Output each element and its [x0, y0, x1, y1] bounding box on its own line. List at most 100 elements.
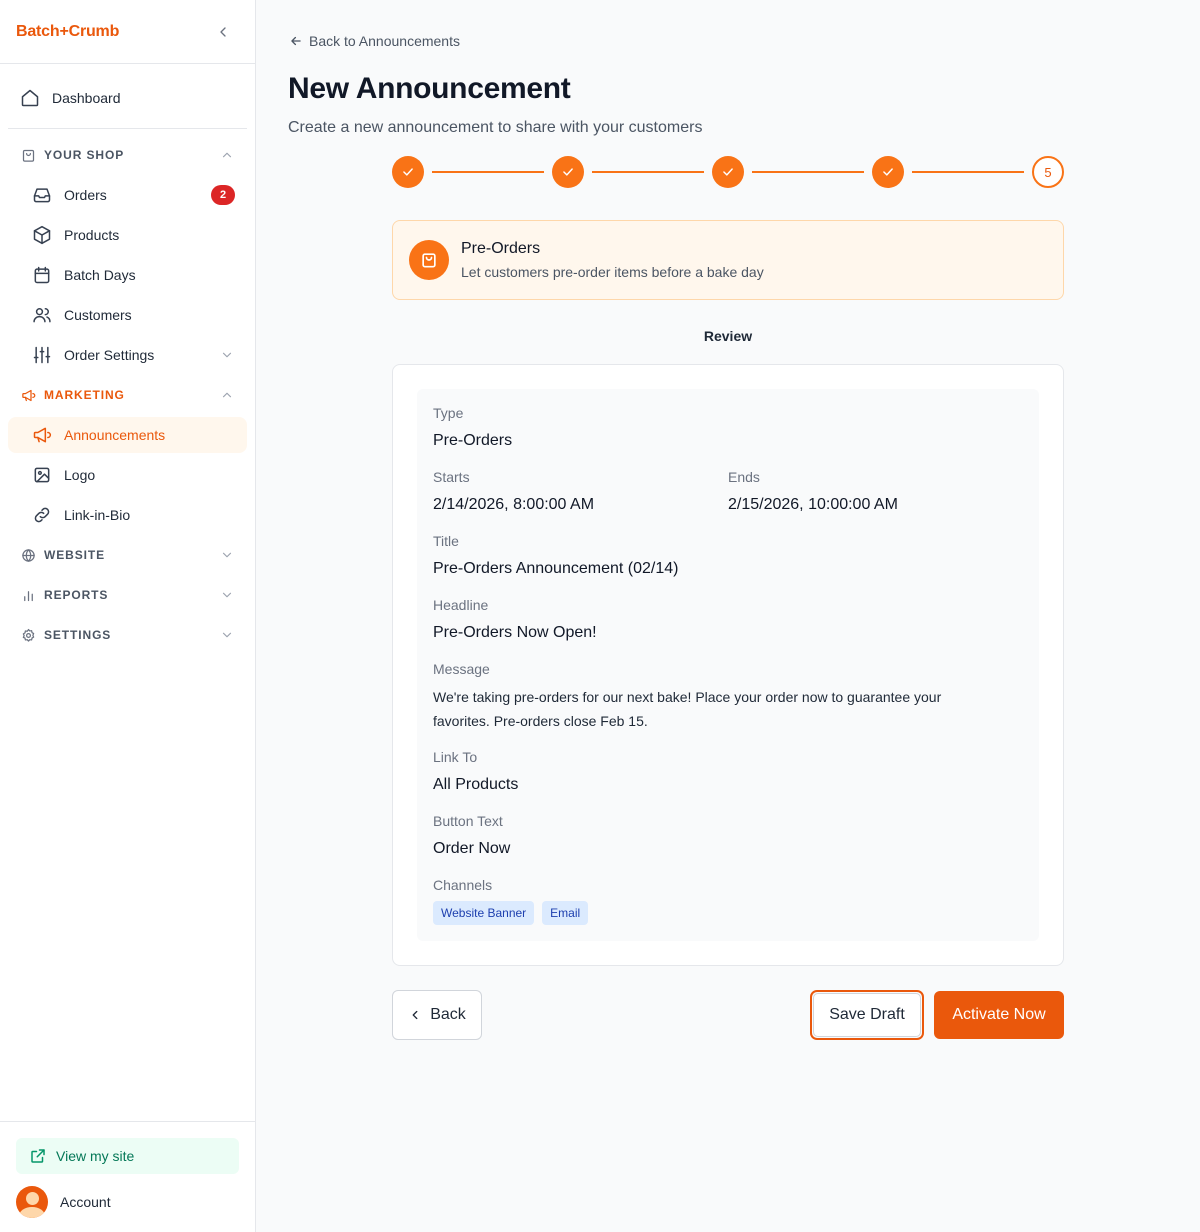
step-connector	[752, 171, 864, 173]
field-label: Title	[433, 533, 459, 549]
back-button-label: Back	[430, 1006, 466, 1023]
field-label: Ends	[728, 469, 760, 485]
sidebar-item-logo[interactable]: Logo	[8, 457, 247, 493]
step-4-complete[interactable]	[872, 156, 904, 188]
sidebar-nav: Dashboard	[0, 80, 255, 116]
calendar-icon	[32, 265, 52, 285]
field-value: Pre-Orders	[433, 432, 513, 449]
back-to-announcements-link[interactable]: Back to Announcements	[289, 33, 460, 49]
section-label: WEBSITE	[44, 548, 105, 562]
field-headline: Headline Pre-Orders Now Open!	[433, 597, 1023, 645]
review-card: Type Pre-Orders Starts 2/14/2026, 8:00:0…	[392, 364, 1064, 966]
section-reports[interactable]: REPORTS	[8, 577, 247, 613]
sidebar-item-label: Orders	[64, 187, 107, 203]
sidebar-item-label: Customers	[64, 307, 132, 323]
image-icon	[32, 465, 52, 485]
step-1-complete[interactable]	[392, 156, 424, 188]
sidebar-item-dashboard[interactable]: Dashboard	[8, 80, 247, 116]
brand-logo[interactable]: Batch+Crumb	[16, 23, 119, 41]
sidebar-item-label: Dashboard	[52, 90, 121, 106]
section-label: YOUR SHOP	[44, 148, 125, 162]
shopping-bag-icon	[20, 147, 36, 163]
announcement-type-card: Pre-Orders Let customers pre-order items…	[392, 220, 1064, 300]
type-card-description: Let customers pre-order items before a b…	[461, 264, 764, 280]
channel-chip: Email	[542, 901, 589, 925]
channel-chips: Website Banner Email	[433, 901, 1023, 925]
field-button-text: Button Text Order Now	[433, 813, 1023, 861]
sidebar-item-label: Order Settings	[64, 347, 155, 363]
step-2-complete[interactable]	[552, 156, 584, 188]
chevron-up-icon	[219, 387, 235, 403]
section-website[interactable]: WEBSITE	[8, 537, 247, 573]
date-row: Starts 2/14/2026, 8:00:00 AM Ends 2/15/2…	[433, 469, 1023, 533]
field-value: 2/14/2026, 8:00:00 AM	[433, 496, 595, 513]
avatar	[16, 1186, 48, 1218]
chevron-down-icon	[219, 627, 235, 643]
field-message: Message We're taking pre-orders for our …	[433, 661, 1023, 733]
account-menu[interactable]: Account	[16, 1186, 239, 1218]
chevron-up-icon	[219, 147, 235, 163]
field-value: Order Now	[433, 840, 511, 857]
sidebar-divider	[8, 128, 247, 129]
field-ends: Ends 2/15/2026, 10:00:00 AM	[728, 469, 1023, 517]
section-marketing[interactable]: MARKETING	[8, 377, 247, 413]
sliders-icon	[32, 345, 52, 365]
field-title: Title Pre-Orders Announcement (02/14)	[433, 533, 1023, 581]
review-heading: Review	[703, 328, 753, 344]
field-channels: Channels Website Banner Email	[433, 877, 1023, 925]
section-label: SETTINGS	[44, 628, 112, 642]
field-value: All Products	[433, 776, 519, 793]
chevron-left-icon	[220, 26, 226, 37]
field-label: Type	[433, 405, 464, 421]
gear-icon	[20, 627, 36, 643]
field-label: Starts	[433, 469, 470, 485]
sidebar-footer: View my site Account	[0, 1121, 255, 1232]
section-settings[interactable]: SETTINGS	[8, 617, 247, 653]
collapse-sidebar-button[interactable]	[213, 22, 233, 42]
account-label: Account	[60, 1194, 111, 1210]
check-icon	[563, 168, 573, 176]
megaphone-icon	[32, 425, 52, 445]
sidebar-item-label: Link-in-Bio	[64, 507, 131, 523]
sidebar-item-label: Batch Days	[64, 267, 136, 283]
chevron-down-icon	[219, 587, 235, 603]
chevron-down-icon	[219, 347, 235, 363]
page-subtitle: Create a new announcement to share with …	[288, 119, 703, 136]
sidebar-item-products[interactable]: Products	[8, 217, 247, 253]
step-5-current: 5	[1032, 156, 1064, 188]
sidebar-item-link-in-bio[interactable]: Link-in-Bio	[8, 497, 247, 533]
back-button[interactable]: Back	[392, 990, 482, 1040]
home-icon	[20, 88, 40, 108]
activate-now-button[interactable]: Activate Now	[934, 991, 1064, 1039]
check-icon	[883, 168, 893, 176]
field-starts: Starts 2/14/2026, 8:00:00 AM	[433, 469, 728, 517]
link-icon	[32, 505, 52, 525]
sidebar: Batch+Crumb Dashboard YOUR SHOP Orders 2…	[0, 0, 256, 1232]
sidebar-item-order-settings[interactable]: Order Settings	[8, 337, 247, 373]
sidebar-item-label: Logo	[64, 467, 96, 483]
orders-count-badge: 2	[211, 185, 235, 205]
field-value: Pre-Orders Announcement (02/14)	[433, 560, 679, 577]
field-label: Message	[433, 661, 490, 677]
bar-chart-icon	[20, 587, 36, 603]
sidebar-item-batch-days[interactable]: Batch Days	[8, 257, 247, 293]
sidebar-item-customers[interactable]: Customers	[8, 297, 247, 333]
field-value: 2/15/2026, 10:00:00 AM	[728, 496, 898, 513]
main-content: Back to Announcements New Announcement C…	[257, 0, 1200, 1232]
view-my-site-button[interactable]: View my site	[16, 1138, 239, 1174]
save-draft-button[interactable]: Save Draft	[810, 990, 924, 1040]
step-3-complete[interactable]	[712, 156, 744, 188]
step-progress: 5	[392, 156, 1064, 188]
section-your-shop[interactable]: YOUR SHOP	[8, 137, 247, 173]
sidebar-nav-sections: YOUR SHOP Orders 2 Products Batch Days C…	[0, 137, 255, 653]
sidebar-item-orders[interactable]: Orders 2	[8, 177, 247, 213]
megaphone-icon	[20, 387, 36, 403]
save-draft-label: Save Draft	[813, 993, 921, 1037]
sidebar-item-announcements[interactable]: Announcements	[8, 417, 247, 453]
review-summary: Type Pre-Orders Starts 2/14/2026, 8:00:0…	[417, 389, 1039, 941]
inbox-icon	[32, 185, 52, 205]
brand-row: Batch+Crumb	[0, 0, 255, 64]
view-site-label: View my site	[56, 1148, 135, 1164]
field-label: Headline	[433, 597, 489, 613]
field-label: Button Text	[433, 813, 503, 829]
